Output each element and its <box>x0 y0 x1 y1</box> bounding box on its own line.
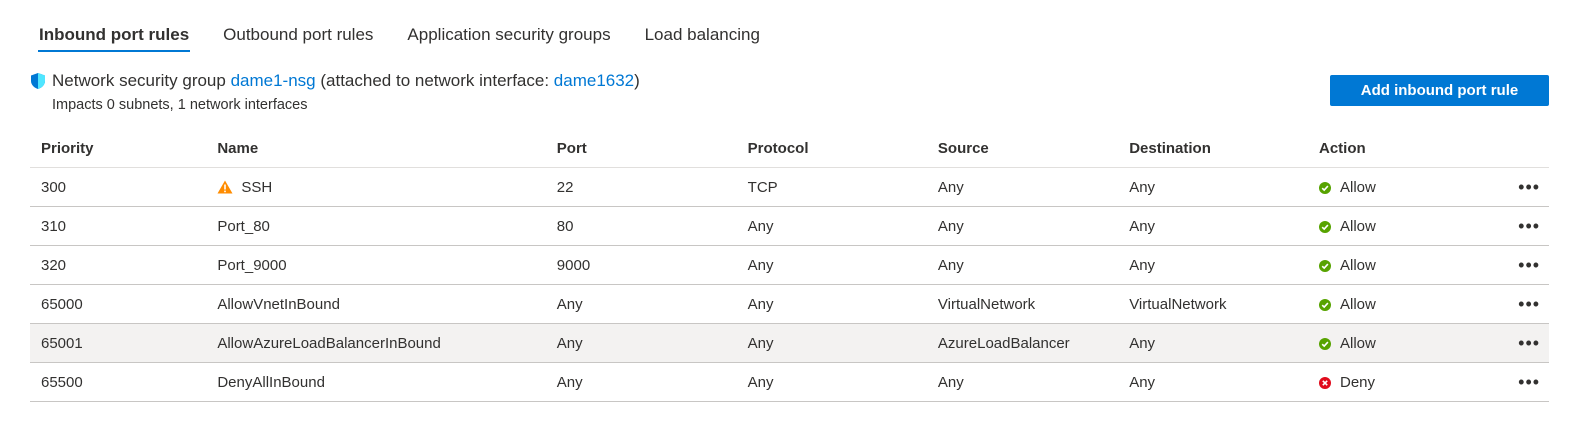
cell-priority: 65500 <box>30 362 207 402</box>
table-row[interactable]: 310 Port_80 80 Any Any Any Allow ••• <box>30 206 1549 246</box>
cell-priority: 300 <box>30 167 207 207</box>
cell-action: Allow <box>1308 284 1499 324</box>
allow-icon <box>1319 181 1331 194</box>
action-label: Allow <box>1340 334 1376 352</box>
column-header-port[interactable]: Port <box>545 129 737 168</box>
column-header-source[interactable]: Source <box>926 129 1119 168</box>
action-label: Allow <box>1340 178 1376 196</box>
nsg-attached-text: (attached to network interface: <box>320 71 550 90</box>
cell-action: Allow <box>1308 245 1499 285</box>
nsg-prefix: Network security group <box>52 71 226 90</box>
rule-name: DenyAllInBound <box>217 373 325 391</box>
nsg-summary: Network security group dame1-nsg (attach… <box>30 71 640 91</box>
cell-destination: Any <box>1118 206 1308 246</box>
cell-name: SSH <box>206 167 546 207</box>
tab-outbound-port-rules[interactable]: Outbound port rules <box>214 22 382 52</box>
cell-protocol: Any <box>736 323 927 363</box>
cell-priority: 310 <box>30 206 207 246</box>
cell-destination: Any <box>1118 323 1308 363</box>
cell-destination: Any <box>1118 167 1308 207</box>
deny-icon <box>1319 376 1331 389</box>
allow-icon <box>1319 220 1331 233</box>
cell-protocol: Any <box>736 245 927 285</box>
table-header-row: Priority Name Port Protocol Source Desti… <box>30 129 1549 168</box>
cell-name: DenyAllInBound <box>206 362 546 402</box>
cell-priority: 65001 <box>30 323 207 363</box>
allow-icon <box>1319 298 1331 311</box>
cell-protocol: TCP <box>736 167 927 207</box>
tab-bar: Inbound port rules Outbound port rules A… <box>30 22 785 58</box>
column-header-name[interactable]: Name <box>206 129 546 168</box>
cell-name: AllowVnetInBound <box>206 284 546 324</box>
network-interface-link[interactable]: dame1632 <box>554 71 634 91</box>
more-options-button[interactable]: ••• <box>1498 167 1549 207</box>
rule-name: AllowVnetInBound <box>217 295 340 313</box>
table-row[interactable]: 65000 AllowVnetInBound Any Any VirtualNetwor… <box>30 284 1549 324</box>
inbound-rules-table: Priority Name Port Protocol Source Desti… <box>30 129 1549 402</box>
table-row[interactable]: 65001 AllowAzureLoadBalancerInBound Any Any… <box>30 323 1549 363</box>
cell-name: AllowAzureLoadBalancerInBound <box>206 323 546 363</box>
more-options-button[interactable]: ••• <box>1498 284 1549 324</box>
cell-name: Port_80 <box>206 206 546 246</box>
cell-port: 22 <box>545 167 737 207</box>
cell-action: Allow <box>1308 323 1499 363</box>
column-header-destination[interactable]: Destination <box>1118 129 1308 168</box>
cell-action: Allow <box>1308 167 1499 207</box>
column-header-more <box>1498 129 1549 168</box>
column-header-protocol[interactable]: Protocol <box>736 129 927 168</box>
table-row[interactable]: 300 SSH 22 TCP Any Any Allow ••• <box>30 167 1549 207</box>
allow-icon <box>1319 337 1331 350</box>
action-label: Deny <box>1340 373 1376 391</box>
cell-protocol: Any <box>736 362 927 402</box>
cell-action: Allow <box>1308 206 1499 246</box>
shield-icon <box>30 72 46 90</box>
cell-port: Any <box>545 362 737 402</box>
more-options-button[interactable]: ••• <box>1498 245 1549 285</box>
action-label: Allow <box>1340 295 1376 313</box>
nsg-suffix: ) <box>634 71 640 90</box>
table-row[interactable]: 65500 DenyAllInBound Any Any Any Any Deny ••• <box>30 362 1549 402</box>
cell-port: 80 <box>545 206 737 246</box>
cell-destination: Any <box>1118 362 1308 402</box>
add-inbound-port-rule-button[interactable]: Add inbound port rule <box>1330 75 1549 106</box>
more-options-button[interactable]: ••• <box>1498 362 1549 402</box>
column-header-action[interactable]: Action <box>1308 129 1499 168</box>
nsg-impacts: Impacts 0 subnets, 1 network interfaces <box>52 97 308 113</box>
cell-protocol: Any <box>736 284 927 324</box>
cell-source: Any <box>926 206 1119 246</box>
cell-port: Any <box>545 323 737 363</box>
cell-port: Any <box>545 284 737 324</box>
cell-name: Port_9000 <box>206 245 546 285</box>
rule-name: Port_80 <box>217 217 270 235</box>
action-label: Allow <box>1340 256 1376 274</box>
rule-name: AllowAzureLoadBalancerInBound <box>217 334 441 352</box>
cell-priority: 65000 <box>30 284 207 324</box>
column-header-priority[interactable]: Priority <box>30 129 207 168</box>
cell-source: Any <box>926 167 1119 207</box>
cell-destination: Any <box>1118 245 1308 285</box>
tab-load-balancing[interactable]: Load balancing <box>636 22 769 52</box>
warning-icon[interactable] <box>217 180 233 194</box>
tab-inbound-port-rules[interactable]: Inbound port rules <box>30 22 198 52</box>
tab-application-security-groups[interactable]: Application security groups <box>398 22 619 52</box>
table-row[interactable]: 320 Port_9000 9000 Any Any Any Allow ••• <box>30 245 1549 285</box>
cell-protocol: Any <box>736 206 927 246</box>
nsg-name-link[interactable]: dame1-nsg <box>231 71 316 91</box>
cell-source: Any <box>926 245 1119 285</box>
cell-action: Deny <box>1308 362 1499 402</box>
cell-port: 9000 <box>545 245 737 285</box>
action-label: Allow <box>1340 217 1376 235</box>
more-options-button[interactable]: ••• <box>1498 206 1549 246</box>
cell-priority: 320 <box>30 245 207 285</box>
allow-icon <box>1319 259 1331 272</box>
cell-destination: VirtualNetwork <box>1118 284 1308 324</box>
cell-source: Any <box>926 362 1119 402</box>
more-options-button[interactable]: ••• <box>1498 323 1549 363</box>
rule-name: SSH <box>241 178 273 196</box>
cell-source: VirtualNetwork <box>926 284 1119 324</box>
cell-source: AzureLoadBalancer <box>926 323 1119 363</box>
rule-name: Port_9000 <box>217 256 287 274</box>
